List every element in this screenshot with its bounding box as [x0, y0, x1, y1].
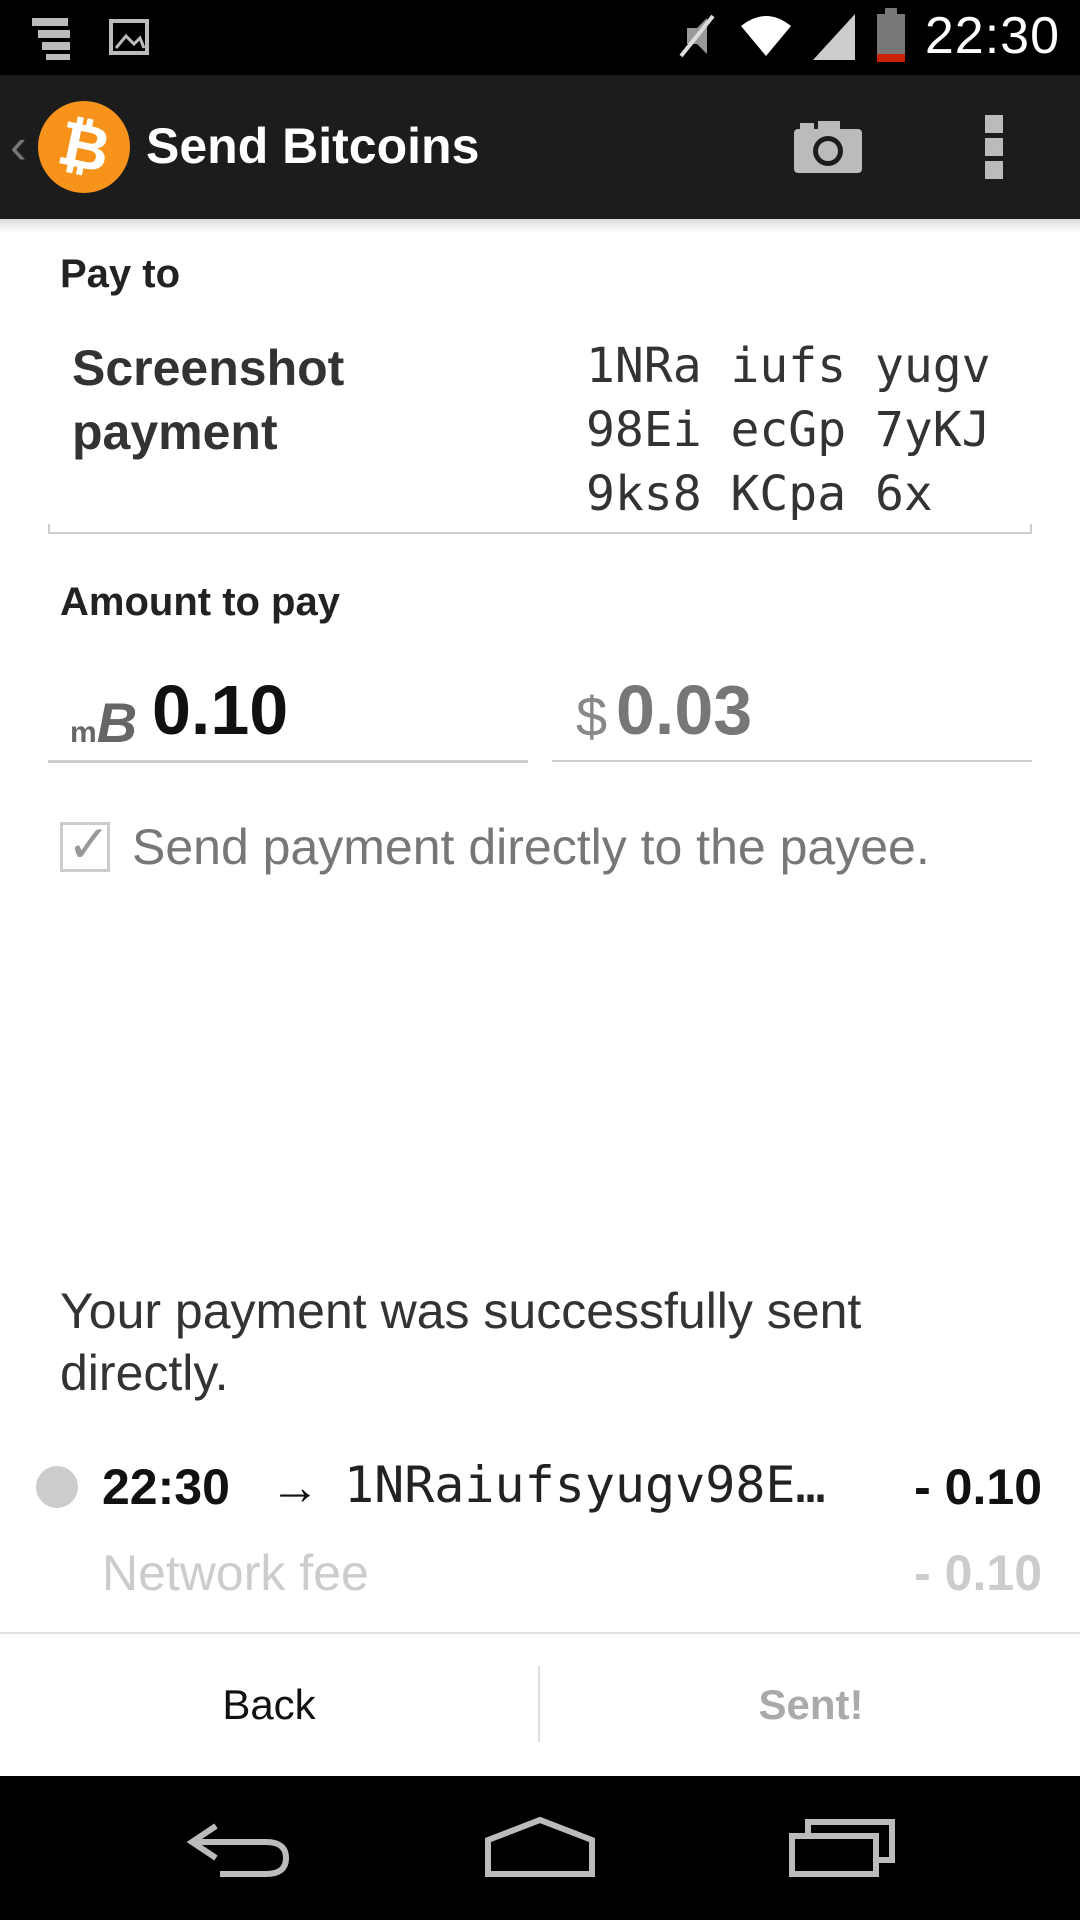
wifi-icon — [740, 16, 791, 56]
arrow-right-icon: → — [270, 1459, 320, 1515]
cell-signal-icon — [812, 14, 855, 60]
transaction-amount: - 0.10 — [914, 1459, 1042, 1515]
page-title: Send Bitcoins — [146, 118, 480, 174]
fiat-amount-value: 0.03 — [616, 671, 753, 749]
image-notification-icon — [109, 19, 149, 55]
status-message: Your payment was successfully sent direc… — [60, 1283, 862, 1401]
mute-icon — [679, 14, 715, 58]
pay-to-label: Pay to — [60, 252, 181, 296]
address-line: 9ks8 KCpa 6x — [586, 466, 933, 522]
up-caret-icon[interactable]: ‹ — [10, 117, 27, 175]
amount-label: Amount to pay — [60, 580, 340, 624]
transaction-status-dot — [36, 1466, 78, 1508]
button-separator — [538, 1666, 540, 1742]
action-bar-shadow — [0, 219, 1080, 233]
bitcoin-logo-icon[interactable]: ₿ — [38, 101, 130, 193]
direct-payment-checkbox[interactable]: ✓ — [60, 816, 111, 874]
notification-stack-icon — [32, 18, 70, 60]
btc-amount-field[interactable]: mB 0.10 — [48, 660, 528, 763]
status-bar: 22:30 — [0, 0, 1080, 75]
fiat-amount-field[interactable]: $ 0.03 — [552, 660, 1032, 762]
address-line: 98Ei ecGp 7yKJ — [586, 402, 991, 458]
home-nav-icon[interactable] — [482, 1816, 598, 1878]
direct-payment-label[interactable]: Send payment directly to the payee. — [132, 818, 930, 876]
transaction-address: 1NRaiufsyugv98E… — [344, 1456, 826, 1514]
dollar-sign: $ — [576, 685, 608, 748]
overflow-menu-icon[interactable] — [980, 115, 1008, 179]
camera-icon[interactable] — [792, 119, 864, 175]
network-fee-label: Network fee — [102, 1545, 369, 1601]
recipient-address[interactable]: 1NRa iufs yugv 98Ei ecGp 7yKJ 9ks8 KCpa … — [586, 334, 991, 526]
transaction-time: 22:30 — [102, 1459, 230, 1515]
back-button[interactable]: Back — [0, 1634, 538, 1776]
bitcoin-logo-glyph: ₿ — [52, 108, 116, 186]
recipient-field-underline — [48, 524, 1032, 534]
checkmark-icon: ✓ — [67, 816, 111, 874]
address-line: 1NRa iufs yugv — [586, 338, 991, 394]
navigation-bar — [0, 1776, 1080, 1920]
battery-low-icon — [876, 8, 905, 62]
back-nav-icon[interactable] — [186, 1820, 292, 1880]
recipient-name[interactable]: Screenshot payment — [72, 336, 492, 464]
btc-amount-value: 0.10 — [152, 671, 289, 749]
sent-button[interactable]: Sent! — [542, 1634, 1080, 1776]
clock: 22:30 — [924, 7, 1060, 65]
recents-nav-icon[interactable] — [788, 1816, 898, 1878]
network-fee-amount: - 0.10 — [914, 1545, 1042, 1601]
action-bar: ‹ ₿ Send Bitcoins — [0, 75, 1080, 220]
mbtc-unit-icon: mB — [70, 691, 138, 754]
